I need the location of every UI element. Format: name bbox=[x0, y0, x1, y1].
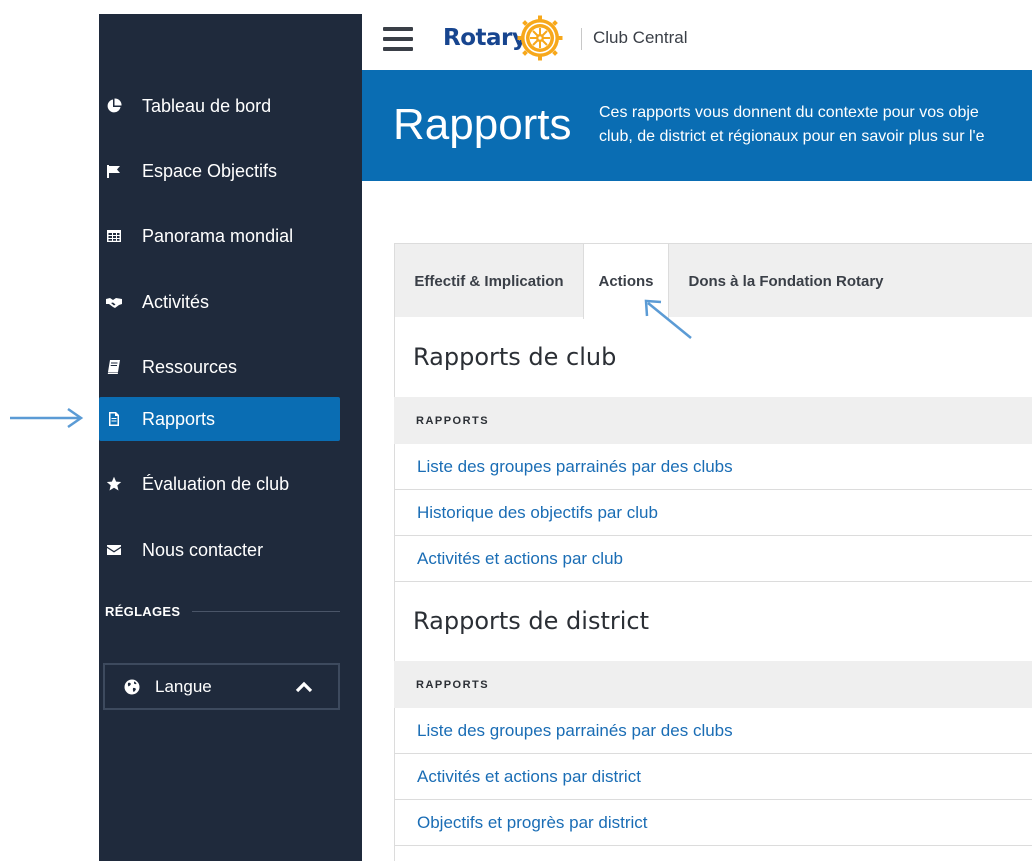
page-description-line: Ces rapports vous donnent du contexte po… bbox=[599, 104, 979, 121]
table-header: RAPPORTS bbox=[394, 397, 1032, 444]
app-name: Club Central bbox=[593, 28, 688, 47]
sidebar-item-label: Activités bbox=[142, 291, 210, 312]
star-icon bbox=[105, 475, 123, 493]
hamburger-menu-icon[interactable] bbox=[383, 27, 413, 53]
handshake-icon bbox=[105, 293, 123, 311]
globe-icon bbox=[124, 679, 140, 695]
page-description: Ces rapports vous donnent du contexte po… bbox=[599, 101, 1032, 149]
page-title: Rapports bbox=[393, 100, 572, 149]
sidebar-item-label: Espace Objectifs bbox=[142, 160, 278, 181]
report-link[interactable]: Liste des groupes parrainés par des club… bbox=[394, 708, 1032, 754]
settings-section-label: RÉGLAGES bbox=[105, 604, 181, 619]
page-description-line: club, de district et régionaux pour en s… bbox=[599, 128, 985, 145]
divider bbox=[192, 611, 340, 612]
sidebar-item-ressources[interactable]: Ressources bbox=[99, 345, 340, 389]
sidebar: Tableau de bord Espace Objectifs Panoram… bbox=[99, 14, 362, 861]
sidebar-item-nous-contacter[interactable]: Nous contacter bbox=[99, 528, 340, 572]
rotary-wheel-logo-icon bbox=[517, 15, 563, 61]
rotary-logo-text: Rotary bbox=[443, 25, 527, 51]
sidebar-item-evaluation-de-club[interactable]: Évaluation de club bbox=[99, 462, 340, 506]
tab-dons-fondation-rotary[interactable]: Dons à la Fondation Rotary bbox=[669, 244, 903, 318]
sidebar-item-label: Nous contacter bbox=[142, 539, 264, 560]
envelope-icon bbox=[105, 541, 123, 559]
header-divider bbox=[581, 28, 582, 50]
tab-effectif-implication[interactable]: Effectif & Implication bbox=[395, 244, 583, 318]
reports-panel: Effectif & Implication Actions Dons à la… bbox=[394, 243, 1032, 861]
pie-chart-icon bbox=[105, 97, 123, 115]
report-link[interactable]: Historique des objectifs par club bbox=[394, 490, 1032, 536]
sidebar-item-activites[interactable]: Activités bbox=[99, 280, 340, 324]
sidebar-item-label: Tableau de bord bbox=[142, 95, 272, 116]
tab-actions[interactable]: Actions bbox=[583, 244, 669, 319]
section-title-district-reports: Rapports de district bbox=[413, 607, 650, 635]
document-icon bbox=[105, 410, 123, 428]
sidebar-item-tableau-de-bord[interactable]: Tableau de bord bbox=[99, 84, 340, 128]
language-label: Langue bbox=[155, 676, 212, 696]
sidebar-item-label: Panorama mondial bbox=[142, 225, 294, 246]
sidebar-item-label: Rapports bbox=[142, 408, 216, 429]
sidebar-item-rapports[interactable]: Rapports bbox=[99, 397, 340, 441]
sidebar-item-label: Évaluation de club bbox=[142, 473, 290, 494]
sidebar-item-espace-objectifs[interactable]: Espace Objectifs bbox=[99, 149, 340, 193]
sidebar-item-panorama-mondial[interactable]: Panorama mondial bbox=[99, 214, 340, 258]
table-header: RAPPORTS bbox=[394, 661, 1032, 708]
chevron-up-icon bbox=[295, 681, 313, 693]
page-banner: Rapports Ces rapports vous donnent du co… bbox=[362, 70, 1032, 181]
tab-strip: Effectif & Implication Actions Dons à la… bbox=[394, 243, 1032, 319]
annotation-arrow-sidebar bbox=[10, 407, 84, 429]
report-link[interactable]: Activités et actions par district bbox=[394, 754, 1032, 800]
book-icon bbox=[105, 358, 123, 376]
language-dropdown-button[interactable]: Langue bbox=[103, 663, 340, 710]
table-grid-icon bbox=[105, 227, 123, 245]
report-link[interactable]: Liste des groupes parrainés par des club… bbox=[394, 444, 1032, 490]
flag-icon bbox=[105, 162, 123, 180]
report-link[interactable]: Objectifs et progrès par district bbox=[394, 800, 1032, 846]
sidebar-item-label: Ressources bbox=[142, 356, 238, 377]
section-title-club-reports: Rapports de club bbox=[413, 343, 617, 371]
report-link[interactable]: Activités et actions par club bbox=[394, 536, 1032, 582]
top-header: Rotary Club Central bbox=[362, 14, 1032, 70]
